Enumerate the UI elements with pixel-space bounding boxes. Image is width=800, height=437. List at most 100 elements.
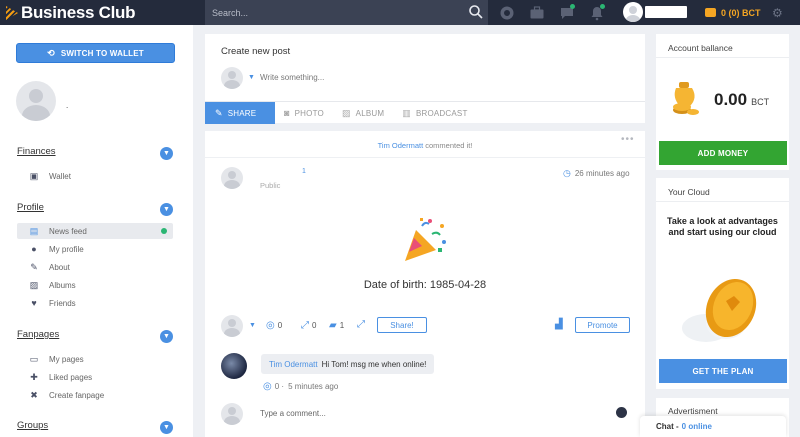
sidebar-item-label: News feed [49,226,87,236]
account-title: Account ballance [668,43,733,53]
switch-to-wallet-label: SWITCH TO WALLET [60,48,144,58]
comment-author[interactable]: Tim Odermatt [269,360,318,369]
post-time-text: 26 minutes ago [574,169,630,178]
coin-bag-icon [673,82,699,115]
activity-user-link[interactable]: Tim Odermatt [378,141,424,150]
switch-to-wallet-button[interactable]: ⟲ SWITCH TO WALLET [16,43,175,63]
sidebar-item-my-profile[interactable]: ● My profile [17,241,173,257]
advert-title: Advertisment [668,406,718,416]
comment-bubble: Tim Odermatt Hi Tom! msg me when online! [261,354,435,374]
tab-photo-label: PHOTO [294,108,324,118]
share-button[interactable]: Share! [377,317,427,333]
logo-mark-icon [6,6,18,20]
post-badge-count: 1 [302,168,306,175]
cloud-title: Your Cloud [668,187,710,197]
profile-avatar[interactable] [16,81,56,121]
comment-likes: 0 · [274,382,285,391]
sidebar-item-albums[interactable]: ▨ Albums [17,277,173,293]
chevron-down-icon[interactable]: ▼ [248,74,255,81]
divider [656,201,789,202]
sidebar-item-wallet[interactable]: ▣ Wallet [17,168,173,184]
pencil-icon: ✎ [215,107,223,118]
brand-name: Business Club [21,3,136,22]
like-count: 0 [277,321,283,330]
actor-avatar[interactable] [221,315,243,337]
page-icon: ▭ [29,353,39,364]
chat-label: Chat - [656,422,679,431]
sidebar-item-label: Liked pages [49,372,93,382]
online-status-dot [161,228,167,234]
tab-album[interactable]: ▨ ALBUM [333,102,393,124]
chat-widget[interactable]: Chat - 0 online [640,416,786,437]
gear-icon[interactable]: ⚙ [772,6,783,20]
comment-author-avatar[interactable] [221,353,247,379]
section-title-profile[interactable]: Profile [17,202,44,213]
image-icon: ▨ [29,279,39,290]
comment-icon: ▰ [329,320,337,331]
repost-count: 0 [312,321,317,330]
post-actions: ▼ ◎ 0 ⤢ 0 ▰ 1 ⤢ Share! ▟ Promote [221,315,631,337]
composer-tabs: ✎ SHARE ◙ PHOTO ▨ ALBUM ▥ BROADCAST [205,101,645,124]
switch-icon: ⟲ [47,47,55,58]
your-cloud-card: Your Cloud Take a look at advantages and… [656,178,789,389]
section-title-finances[interactable]: Finances [17,146,56,157]
share-icon: ⤢ [357,319,365,330]
tab-photo[interactable]: ◙ PHOTO [275,102,333,124]
comment-input[interactable] [260,409,560,418]
sidebar-item-news-feed[interactable]: ▤ News feed [17,223,173,239]
add-money-button[interactable]: ADD MONEY [659,141,787,165]
sidebar-item-create-fanpage[interactable]: ✖ Create fanpage [17,387,173,403]
user-icon: ● [31,244,37,254]
tab-broadcast[interactable]: ▥ BROADCAST [393,102,476,124]
search-bar [205,0,488,25]
support-icon[interactable] [499,5,515,21]
section-title-fanpages[interactable]: Fanpages [17,329,59,340]
divider [205,157,645,158]
sidebar-item-my-pages[interactable]: ▭ My pages [17,351,173,367]
party-popper-icon [405,218,446,261]
pencil-icon: ✎ [30,261,38,272]
top-bar: Business Club 0 (0) BCT ⚙ [0,0,800,25]
brand-logo[interactable]: Business Club [6,3,135,23]
post-time: ◷ 26 minutes ago [563,168,630,179]
promote-button[interactable]: Promote [575,317,630,333]
repost-action[interactable]: ⤢ 0 [301,320,316,331]
chevron-down-icon[interactable]: ▼ [160,330,173,343]
tab-share[interactable]: ✎ SHARE [205,102,275,124]
chevron-down-icon[interactable]: ▼ [249,322,256,329]
newspaper-icon: ▤ [29,225,39,236]
comment-time: 5 minutes ago [288,382,339,391]
like-action[interactable]: ◎ 0 [266,320,282,331]
sidebar-item-about[interactable]: ✎ About [17,259,173,275]
balance-value: 0.00 [714,90,748,109]
comment-action[interactable]: ▰ 1 [329,320,344,331]
user-avatar[interactable] [623,2,643,22]
emoji-icon[interactable] [616,407,627,418]
sidebar-item-friends[interactable]: ♥ Friends [17,295,173,311]
tab-album-label: ALBUM [355,108,385,118]
user-name-field[interactable] [645,6,687,18]
sidebar-item-label: Wallet [49,171,71,181]
section-title-groups[interactable]: Groups [17,420,48,431]
post-input[interactable] [260,73,410,82]
cloud-promo-text: Take a look at advantages and start usin… [667,216,778,237]
sidebar-item-liked-pages[interactable]: ✚ Liked pages [17,369,173,385]
chevron-down-icon[interactable]: ▼ [160,147,173,160]
search-icon[interactable] [468,4,484,20]
left-sidebar: ⟲ SWITCH TO WALLET . Finances ▼ ▣ Wallet… [0,25,193,437]
check-circle-icon[interactable]: ◎ [263,381,272,392]
comment-meta: ◎ 0 · 5 minutes ago [263,381,338,392]
clock-icon: ◷ [563,168,571,178]
post-author-avatar[interactable] [221,167,243,189]
activity-line: Tim Odermatt commented it! [205,141,645,150]
image-icon: ▨ [341,107,351,118]
search-input[interactable] [212,5,462,20]
chevron-down-icon[interactable]: ▼ [160,421,173,434]
bell-notification-dot [600,4,605,9]
chevron-down-icon[interactable]: ▼ [160,203,173,216]
briefcase-icon[interactable] [529,5,545,21]
account-balance-card: Account ballance 0.00 BCT ADD MONEY [656,34,789,170]
wallet-balance[interactable]: 0 (0) BCT [705,5,761,20]
get-plan-button[interactable]: GET THE PLAN [659,359,787,383]
sidebar-item-label: My pages [49,354,84,364]
